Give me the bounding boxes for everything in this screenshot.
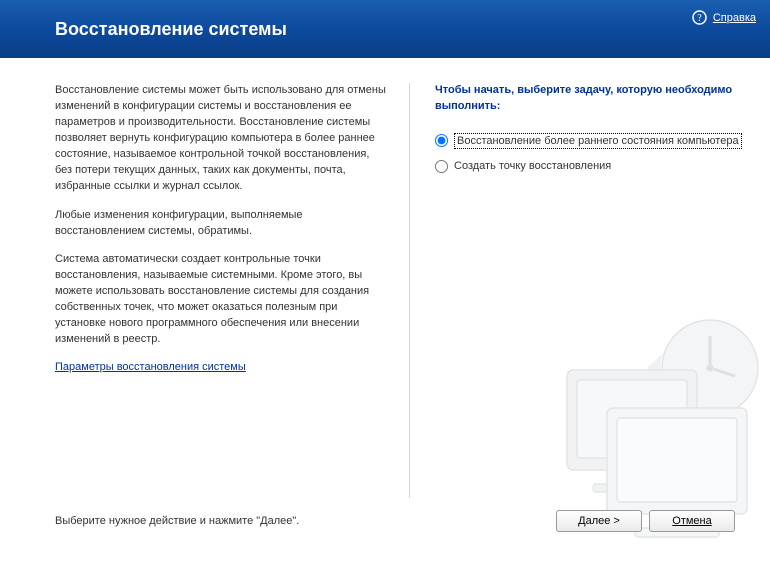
help-area: ? Справка bbox=[692, 10, 756, 25]
radio-create-label: Создать точку восстановления bbox=[454, 159, 611, 173]
intro-paragraph-1: Восстановление системы может быть исполь… bbox=[55, 83, 389, 195]
radio-create-input[interactable] bbox=[435, 160, 448, 173]
intro-paragraph-3: Система автоматически создает контрольны… bbox=[55, 252, 389, 348]
page-title: Восстановление системы bbox=[55, 19, 287, 40]
restore-settings-link[interactable]: Параметры восстановления системы bbox=[55, 361, 246, 373]
task-radio-group: Восстановление более раннего состояния к… bbox=[435, 133, 750, 174]
description-panel: Восстановление системы может быть исполь… bbox=[0, 83, 410, 498]
button-group: Далее > Отмена bbox=[556, 510, 735, 532]
footer-bar: Выберите нужное действие и нажмите "Дале… bbox=[0, 510, 770, 532]
help-icon[interactable]: ? bbox=[692, 10, 707, 25]
intro-paragraph-2: Любые изменения конфигурации, выполняемы… bbox=[55, 208, 389, 240]
task-panel: Чтобы начать, выберите задачу, которую н… bbox=[410, 83, 770, 498]
next-button[interactable]: Далее > bbox=[556, 510, 642, 532]
radio-option-create[interactable]: Создать точку восстановления bbox=[435, 159, 750, 173]
footer-hint: Выберите нужное действие и нажмите "Дале… bbox=[55, 515, 299, 527]
task-prompt: Чтобы начать, выберите задачу, которую н… bbox=[435, 83, 750, 115]
svg-text:?: ? bbox=[697, 13, 702, 24]
cancel-button[interactable]: Отмена bbox=[649, 510, 735, 532]
radio-restore-input[interactable] bbox=[435, 134, 448, 147]
radio-option-restore[interactable]: Восстановление более раннего состояния к… bbox=[435, 133, 750, 149]
window-header: Восстановление системы ? Справка bbox=[0, 0, 770, 58]
radio-restore-label: Восстановление более раннего состояния к… bbox=[454, 133, 742, 149]
help-link[interactable]: Справка bbox=[713, 12, 756, 24]
content-area: Восстановление системы может быть исполь… bbox=[0, 58, 770, 498]
